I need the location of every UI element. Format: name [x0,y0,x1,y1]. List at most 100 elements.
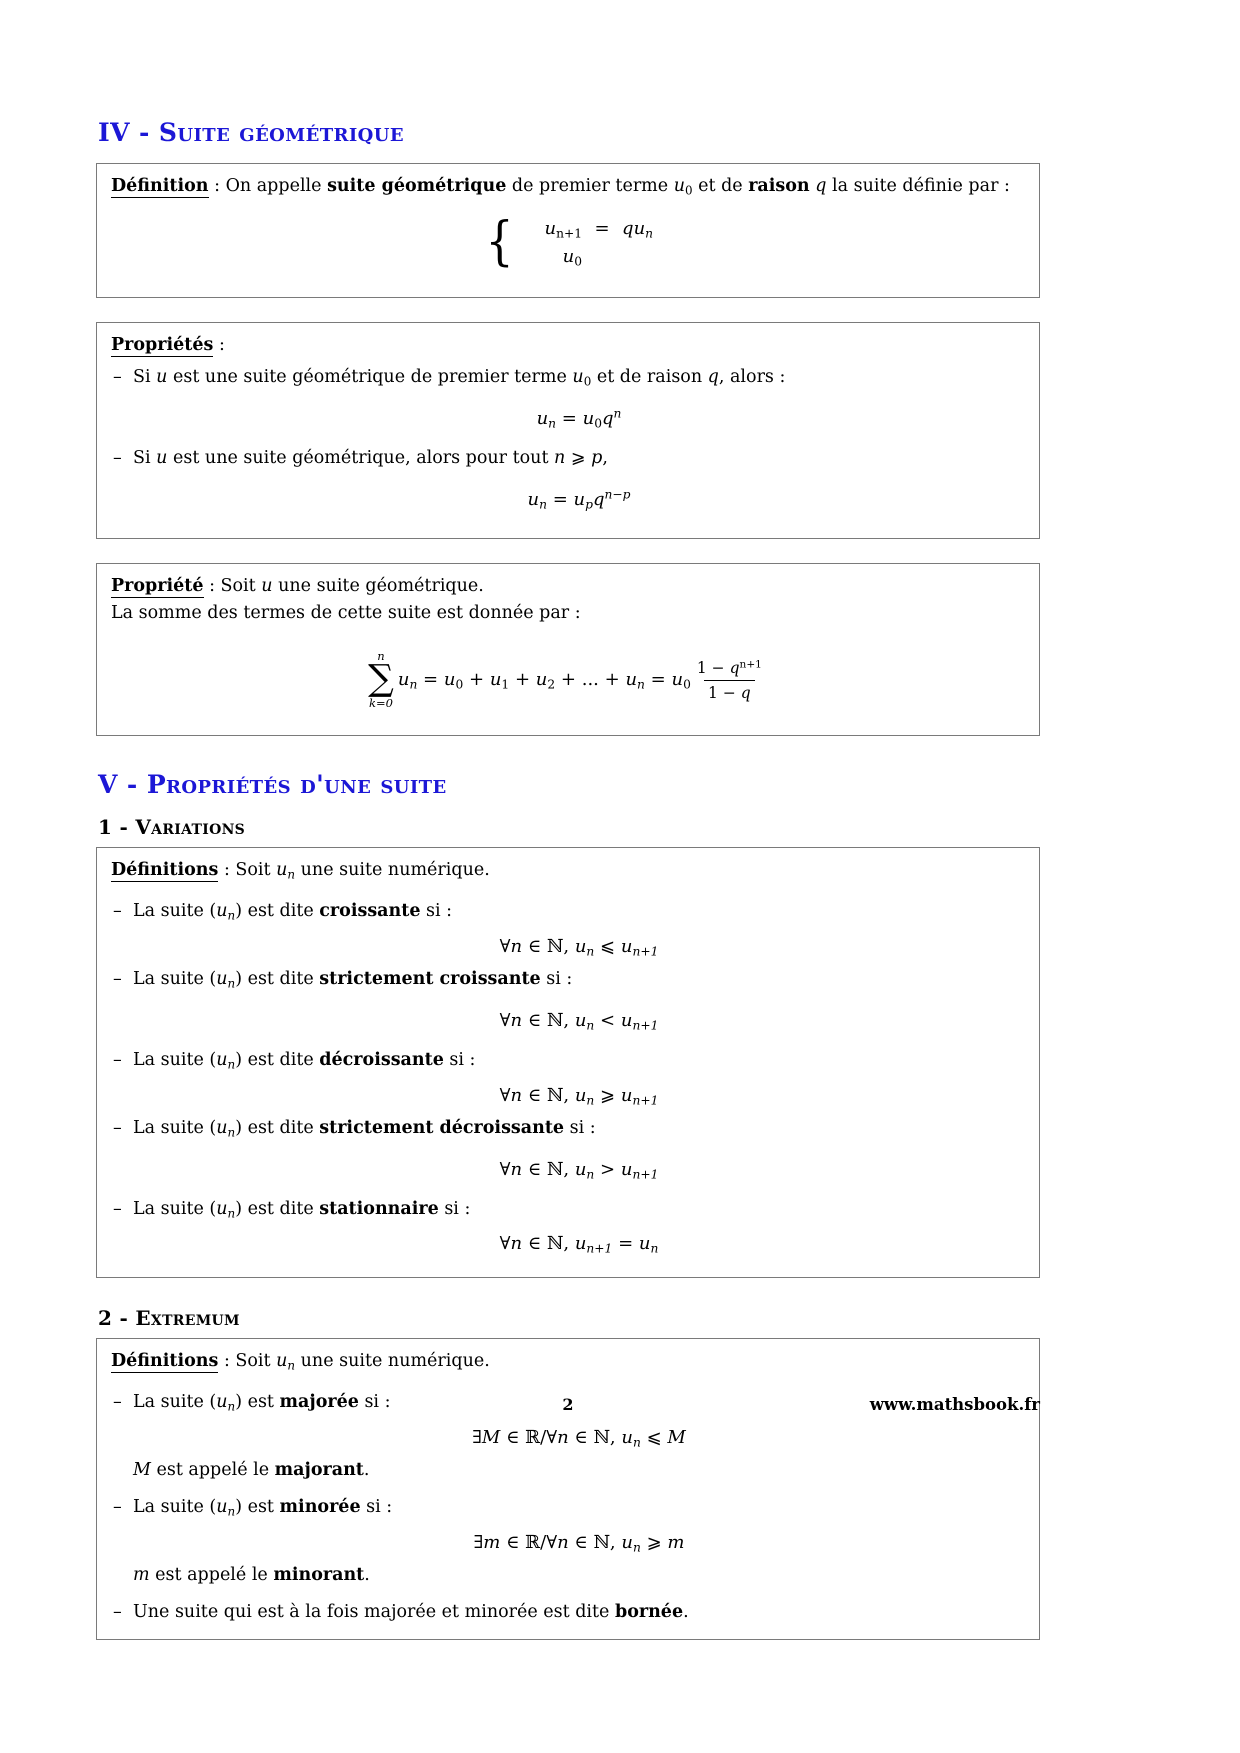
list-item: La suite (un) est dite strictement décro… [111,1116,1025,1182]
variations-keyword: Définitions [111,860,219,883]
definition-lead: Définition : On appelle suite géométriqu… [111,174,1025,199]
system-row-1: un+1 = qun [544,217,654,241]
definition-keyword: Définition [111,176,209,198]
definition-text-1: de premier terme [506,176,674,196]
page: IV - Suite géométrique Définition : On a… [0,0,1240,1753]
extremum-lead: Définitions : Soit un une suite numériqu… [111,1349,1025,1374]
math-p: p [591,447,603,468]
variation-1-suffix: si : [420,900,453,921]
page-content: IV - Suite géométrique Définition : On a… [96,118,1040,1664]
subsection-title-text: Extremum [135,1305,240,1330]
minorant-note-bold: minorant [273,1565,365,1586]
page-footer: 2 www.mathsbook.fr [96,1395,1040,1414]
variation-4-bold: strictement décroissante [319,1118,565,1139]
relation-symbol: > [600,1158,616,1180]
variation-4-suffix: si : [564,1118,596,1139]
variation-5-suffix: si : [438,1198,471,1219]
definitions-box-extremum: Définitions : Soit un une suite numériqu… [96,1337,1040,1641]
section-number: V [98,770,118,800]
math-un: un [216,1049,236,1072]
majorant-note-end: . [363,1460,370,1481]
extremum-2-bold: minorée [279,1497,361,1517]
definition-text-3: la suite définie par : [826,176,1010,196]
variation-3-mid: ) est dite [235,1049,320,1070]
extremum-2-mid: ) est [235,1497,280,1517]
subsection-separator: - [119,815,129,840]
definition-text-2: et de [692,176,749,196]
list-item: La suite (un) est dite strictement crois… [111,967,1025,1033]
math-u: u [156,447,168,468]
section-number: IV [98,118,130,147]
sum-result-fraction: 1 − qn+1 1 − q [693,657,766,704]
sum-equals-2: = [644,669,672,691]
math-un: un [216,1497,236,1519]
sum-property-line-2: La somme des termes de cette suite est d… [111,603,581,624]
list-item: Si u est une suite géométrique de premie… [111,365,1025,431]
minorant-note-text: est appelé le [149,1565,274,1586]
formula-minoree: ∃m ∈ ℝ/∀n ∈ ℕ, un ⩾ m [473,1531,685,1555]
math-q: q [707,367,719,388]
section-heading-iv: IV - Suite géométrique [98,118,1040,147]
math-un: un [216,900,236,923]
property-box-sum: Propriété : Soit u une suite géométrique… [96,563,1040,737]
math-u: u [156,367,168,388]
property-1-text-after: , alors : [718,367,786,388]
variation-4-prefix: La suite ( [133,1118,217,1139]
extremum-lead-text: : Soit [218,1350,277,1371]
variation-1-bold: croissante [319,900,421,921]
subsection-heading-variations: 1 - Variations [98,815,1040,839]
left-brace-icon: { [485,212,514,273]
formula-un-equals-up-qnp: un = upqn−p [527,487,631,512]
system-of-equations: { un+1 = qun u0 [483,215,653,271]
extremum-lead-tail: une suite numérique. [295,1350,490,1371]
definition-bold-2: raison [748,176,810,196]
extremum-2-suffix: si : [360,1497,393,1517]
summation-formula: n ∑ k=0 un = u0 + u1 + u2 + ... + un = u… [368,650,768,710]
property-2-text-after: , [602,447,608,468]
variations-lead-text: : Soit [218,860,277,881]
variation-2-suffix: si : [540,969,573,990]
math-un: un [276,1350,296,1373]
definition-box-geometric: Définition : On appelle suite géométriqu… [96,163,1040,298]
formula-un-equals-u0-qn: un = u0qn [536,406,622,431]
variation-5-mid: ) est dite [235,1198,320,1219]
formula-strictement-decroissante: ∀n ∈ ℕ, un > un+1 [499,1158,659,1182]
formula-strictement-croissante: ∀n ∈ ℕ, un < un+1 [499,1010,659,1033]
extremum-3-bold: bornée [614,1602,684,1623]
list-item: Si u est une suite géométrique, alors po… [111,446,1025,512]
sum-property-lead: Propriété : Soit u une suite géométrique… [111,574,1025,599]
properties-lead: Propriétés : [111,333,1025,358]
subsection-number: 2 [98,1305,113,1330]
definition-bold-1: suite géométrique [327,176,507,196]
list-item: La suite (un) est dite croissante si : ∀… [111,899,1025,959]
definition-lead-text-1: : On appelle [208,176,328,196]
list-item: La suite (un) est dite stationnaire si :… [111,1197,1025,1257]
variation-3-suffix: si : [443,1049,476,1070]
variation-2-mid: ) est dite [235,969,320,990]
math-un: un [216,969,236,991]
website-label: www.mathsbook.fr [869,1395,1040,1414]
formula-majoree: ∃M ∈ ℝ/∀n ∈ ℕ, un ⩽ M [472,1426,686,1450]
formula-sum-display: n ∑ k=0 un = u0 + u1 + u2 + ... + un = u… [111,642,1025,709]
property-2-text-before: Si [133,447,157,468]
math-m: m [133,1565,150,1586]
section-title-text: Suite géométrique [158,118,404,147]
variation-1-mid: ) est dite [235,900,320,921]
sum-lower-limit: k=0 [369,695,393,710]
relation-symbol: < [600,1010,616,1032]
math-un: un [216,1198,236,1220]
relation-symbol: ⩽ [600,935,616,957]
minorant-note: m est appelé le minorant. [133,1563,1025,1588]
list-item: Une suite qui est à la fois majorée et m… [111,1600,1025,1625]
section-heading-v: V - Propriétés d'une suite [98,770,1040,799]
variations-list: La suite (un) est dite croissante si : ∀… [111,899,1025,1257]
math-op-ge: ⩾ [570,447,586,468]
section-separator: - [126,770,138,800]
subsection-title-text: Variations [135,815,246,840]
extremum-3-text-before: Une suite qui est à la fois majorée et m… [133,1602,615,1623]
properties-colon: : [213,334,225,355]
relation-symbol: ⩾ [600,1084,616,1106]
sum-equals-1: = [417,669,444,691]
variation-5-bold: stationnaire [319,1198,439,1219]
fraction-denominator: 1 − q [704,679,755,704]
